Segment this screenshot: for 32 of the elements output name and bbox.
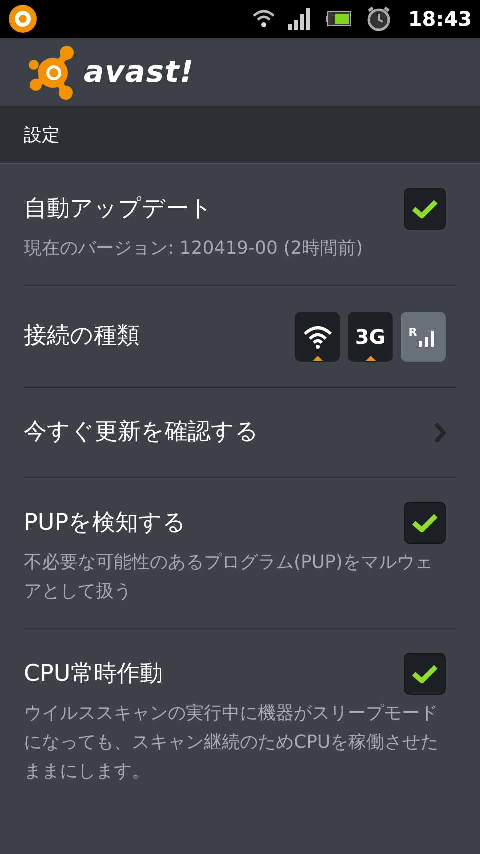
logo-text: avast! [84, 54, 194, 92]
checkbox[interactable] [404, 188, 446, 230]
setting-title: 接続の種類 [24, 322, 140, 352]
checkbox[interactable] [404, 653, 446, 695]
setting-description: ウイルススキャンの実行中に機器がスリープモードになっても、スキャン継続のためCPUを稼働させたままにします。 [24, 702, 440, 784]
setting-title: 自動アップデート [24, 194, 213, 224]
alarm-clock-icon [366, 6, 392, 32]
wifi-toggle[interactable] [295, 312, 340, 362]
mobile-data-toggle[interactable]: 3G [348, 312, 393, 362]
check-updates-row[interactable]: 今すぐ更新を確認する [24, 388, 456, 478]
setting-title: PUPを検知する [24, 508, 187, 538]
section-title: 設定 [24, 124, 60, 148]
setting-title: CPU常時作動 [24, 660, 163, 689]
setting-description: 現在のバージョン: 120419-00 (2時間前) [24, 237, 364, 261]
setting-title: 今すぐ更新を確認する [24, 418, 259, 448]
app-notification-icon [8, 4, 38, 34]
checkbox[interactable] [404, 502, 446, 544]
status-time: 18:43 [408, 6, 472, 33]
signal-icon [288, 8, 312, 30]
setting-description: 不必要な可能性のあるプログラム(PUP)をマルウェアとして扱う [24, 551, 434, 604]
checkmark-icon [411, 512, 439, 534]
roaming-toggle[interactable]: R [401, 312, 446, 362]
active-indicator [312, 356, 322, 360]
chevron-right-icon [434, 422, 446, 444]
battery-icon [326, 11, 352, 27]
checkmark-icon [411, 198, 439, 220]
wifi-icon [302, 324, 332, 350]
network-label: 3G [355, 324, 386, 350]
checkmark-icon [411, 663, 439, 685]
wifi-icon [252, 9, 276, 29]
roaming-label: R [408, 326, 418, 338]
active-indicator [366, 356, 376, 360]
